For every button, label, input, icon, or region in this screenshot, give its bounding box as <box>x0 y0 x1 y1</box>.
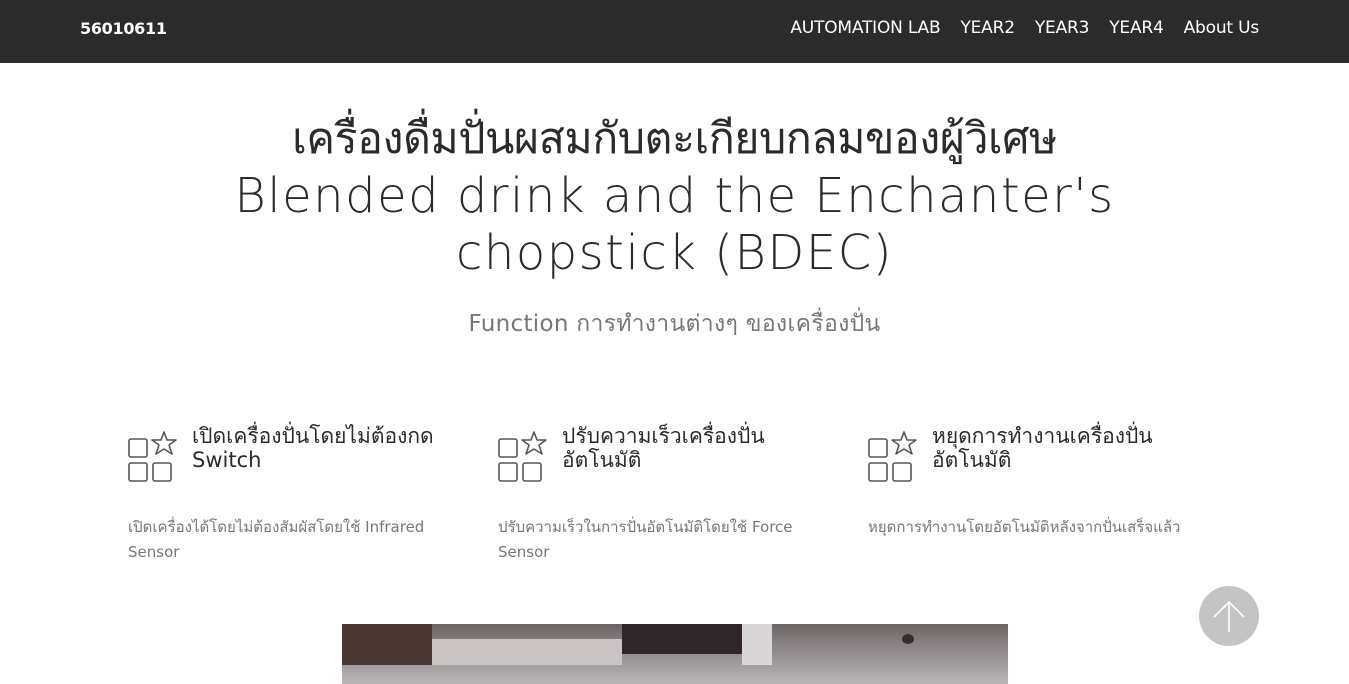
feature-title: ปรับความเร็วเครื่องปั่นอัตโนมัติ <box>562 424 765 472</box>
feature-title: หยุดการทำงานเครื่องปั่นอัตโนมัติ <box>932 424 1153 472</box>
feature-description: เปิดเครื่องได้โดยไม่ต้องสัมผัสโดยใช้ Inf… <box>128 518 425 561</box>
grid-star-icon <box>868 431 917 482</box>
hero-header: เครื่องดื่มปั่นผสมกับตะเกียบกลมของผู้วิเ… <box>0 110 1349 282</box>
feature-card: ปรับความเร็วเครื่องปั่นอัตโนมัติ ปรับควา… <box>498 424 838 565</box>
page-title-thai: เครื่องดื่มปั่นผสมกับตะเกียบกลมของผู้วิเ… <box>292 114 1057 164</box>
feature-title: เปิดเครื่องปั่นโดยไม่ต้องกด Switch <box>192 424 434 472</box>
feature-description: ปรับความเร็วในการปั่นอัตโนมัติโดยใช้ For… <box>498 518 793 561</box>
feature-description: หยุดการทำงานโดยอัตโนมัติหลังจากปั่นเสร็จ… <box>868 518 1181 536</box>
section-subtitle: Function การทำงานต่างๆ ของเครื่องปั่น <box>468 311 881 337</box>
brand-link[interactable]: 56010611 <box>80 19 167 38</box>
nav-link-automation-lab[interactable]: AUTOMATION LAB <box>790 18 940 38</box>
feature-card: เปิดเครื่องปั่นโดยไม่ต้องกด Switch เปิดเ… <box>128 424 468 565</box>
top-navbar: 56010611 AUTOMATION LAB YEAR2 YEAR3 YEAR… <box>0 0 1349 63</box>
nav-link-about-us[interactable]: About Us <box>1184 18 1260 38</box>
grid-star-icon <box>498 431 547 482</box>
nav-link-year2[interactable]: YEAR2 <box>960 18 1015 38</box>
nav-links: AUTOMATION LAB YEAR2 YEAR3 YEAR4 About U… <box>790 18 1259 38</box>
project-photo <box>342 624 1008 684</box>
page-title-english: Blended drink and the Enchanter's chopst… <box>234 168 1115 281</box>
nav-link-year4[interactable]: YEAR4 <box>1109 18 1164 38</box>
nav-link-year3[interactable]: YEAR3 <box>1035 18 1090 38</box>
arrow-up-icon <box>1213 600 1245 632</box>
grid-star-icon <box>128 431 177 482</box>
feature-card: หยุดการทำงานเครื่องปั่นอัตโนมัติ หยุดการ… <box>868 424 1208 540</box>
back-to-top-button[interactable] <box>1199 586 1259 646</box>
